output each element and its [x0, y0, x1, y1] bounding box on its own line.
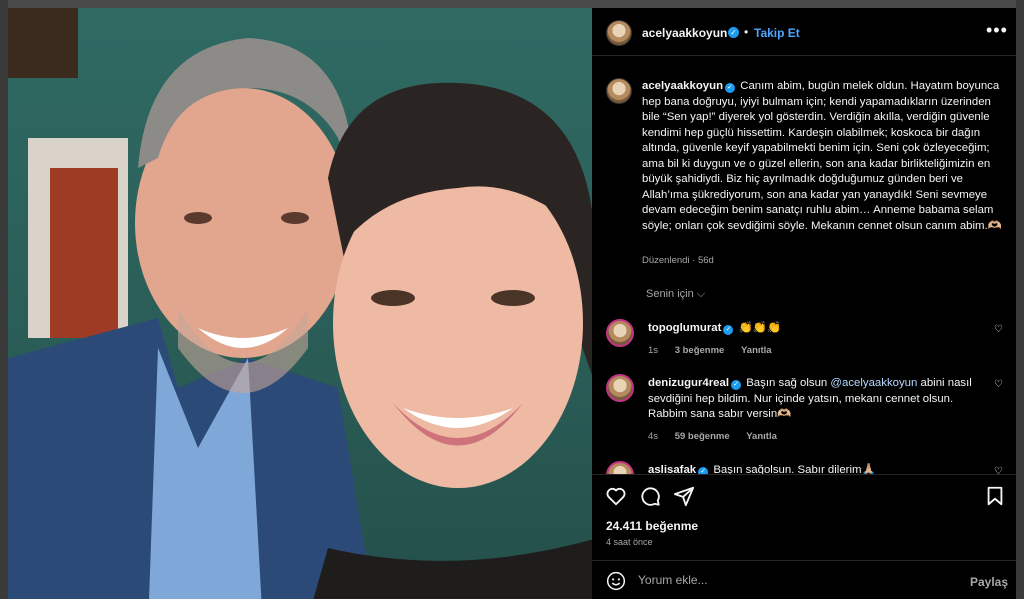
comment-text: aslisafak ✓ Başın sağolsun. Sabır dilerim… — [648, 463, 978, 474]
commenter-username[interactable]: topoglumurat — [648, 322, 721, 334]
verified-badge-icon: ✓ — [728, 27, 739, 38]
photo-woman-figure — [313, 82, 592, 599]
post-caption: acelyaakkoyun ✓ Canım abim, bugün melek o… — [642, 79, 1008, 234]
comment-meta: 1s 3 beğenme Yanıtla — [648, 345, 786, 356]
comment-text: denizugur4real ✓ Başın sağ olsun @acelyaa… — [648, 376, 978, 423]
comment-bubble-icon[interactable] — [639, 485, 661, 507]
comment-likes[interactable]: 3 beğenme — [675, 345, 725, 356]
post-photo[interactable] — [8, 8, 592, 599]
comment-time: 4s — [648, 431, 659, 442]
comment-meta: 4s 59 beğenme Yanıtla — [648, 431, 791, 442]
caption-edited-meta: Düzenlendi · 56d — [642, 255, 714, 266]
save-bookmark-icon[interactable] — [984, 485, 1006, 507]
comment-body: 👏👏👏 — [738, 322, 782, 334]
commenter-avatar[interactable] — [606, 319, 634, 347]
author-username[interactable]: acelyaakkoyun — [642, 26, 727, 40]
comment-body: Başın sağolsun. Sabır dilerim🙏🏼 — [713, 464, 876, 474]
caption-author-username[interactable]: acelyaakkoyun — [642, 80, 723, 92]
comment-input[interactable] — [638, 569, 948, 591]
comment-text: topoglumurat ✓ 👏👏👏 — [648, 321, 978, 337]
more-options-icon[interactable]: ••• — [986, 20, 1008, 41]
comment-body-start: Başın sağ olsun — [746, 377, 831, 389]
likes-count[interactable]: 24.411 beğenme — [606, 519, 698, 533]
commenter-avatar[interactable] — [606, 461, 634, 474]
reply-button[interactable]: Yanıtla — [746, 431, 777, 442]
like-heart-icon[interactable] — [605, 485, 627, 507]
author-avatar[interactable] — [606, 20, 632, 46]
add-comment-bar: Paylaş — [592, 560, 1016, 599]
commenter-username[interactable]: aslisafak — [648, 464, 696, 474]
like-comment-heart-icon[interactable]: ♡ — [994, 379, 1003, 390]
caption-text: Canım abim, bugün melek oldun. Hayatım b… — [642, 80, 1002, 232]
post-header: acelyaakkoyun ✓ • Takip Et ••• — [592, 8, 1016, 56]
verified-badge-icon: ✓ — [723, 325, 734, 335]
follow-button[interactable]: Takip Et — [754, 26, 800, 40]
like-comment-heart-icon[interactable]: ♡ — [994, 324, 1003, 335]
commenter-avatar[interactable] — [606, 374, 634, 402]
comments-scroll-area[interactable]: acelyaakkoyun ✓ Canım abim, bugün melek o… — [592, 64, 1016, 474]
like-comment-heart-icon[interactable]: ♡ — [994, 466, 1003, 474]
mention-link[interactable]: @acelyaakkoyun — [830, 377, 917, 389]
verified-badge-icon: ✓ — [731, 380, 742, 390]
reply-button[interactable]: Yanıtla — [741, 345, 772, 356]
feed-backdrop-top — [0, 0, 1024, 8]
share-send-icon[interactable] — [673, 485, 695, 507]
feed-backdrop — [0, 0, 8, 599]
verified-badge-icon: ✓ — [698, 467, 709, 474]
comment-filter-dropdown[interactable]: Senin için ⌵ — [646, 288, 705, 301]
post-details-panel: acelyaakkoyun ✓ • Takip Et ••• acelyaakk… — [592, 8, 1016, 599]
verified-badge-icon: ✓ — [725, 83, 736, 93]
comment-time: 1s — [648, 345, 659, 356]
post-time-ago: 4 saat önce — [606, 537, 653, 547]
separator-dot: • — [744, 25, 749, 39]
commenter-username[interactable]: denizugur4real — [648, 377, 729, 389]
post-actions-bar — [592, 474, 1016, 514]
feed-backdrop-right — [1016, 0, 1024, 599]
emoji-icon[interactable] — [606, 571, 626, 591]
instagram-post-modal: acelyaakkoyun ✓ • Takip Et ••• acelyaakk… — [0, 0, 1024, 599]
comment-likes[interactable]: 59 beğenme — [675, 431, 730, 442]
post-comment-button[interactable]: Paylaş — [970, 575, 1008, 589]
caption-author-avatar[interactable] — [606, 78, 632, 104]
